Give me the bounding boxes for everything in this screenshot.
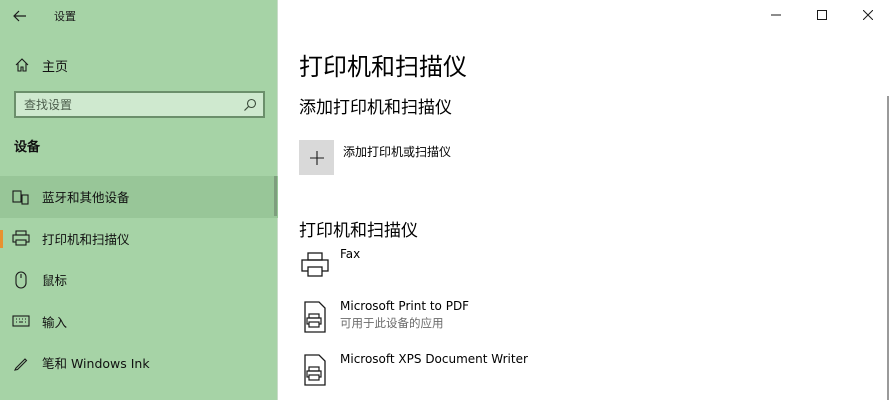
back-arrow-icon	[13, 10, 26, 22]
home-nav-item[interactable]: 主页	[0, 50, 278, 80]
sidebar-item-typing[interactable]: 输入	[0, 301, 278, 343]
page-title: 打印机和扫描仪	[299, 53, 467, 81]
close-button[interactable]	[845, 0, 891, 30]
search-icon[interactable]	[237, 93, 263, 116]
close-icon	[863, 10, 873, 20]
maximize-button[interactable]	[799, 0, 845, 30]
sidebar-nav: 蓝牙和其他设备 打印机和扫描仪 鼠标 输入 笔和 Windows Ink	[0, 176, 278, 384]
devices-section-title: 打印机和扫描仪	[299, 221, 418, 241]
sidebar-item-printers[interactable]: 打印机和扫描仪	[0, 218, 278, 260]
printer-icon	[12, 229, 30, 247]
sidebar-item-mouse[interactable]: 鼠标	[0, 259, 278, 301]
device-item-xps-writer[interactable]: Microsoft XPS Document Writer	[299, 352, 528, 388]
device-item-fax[interactable]: Fax	[299, 247, 360, 283]
sidebar-item-label: 笔和 Windows Ink	[42, 356, 150, 372]
title-bar: 设置	[0, 0, 278, 32]
sidebar-item-pen[interactable]: 笔和 Windows Ink	[0, 342, 278, 384]
window-controls	[753, 0, 891, 30]
sidebar-item-bluetooth[interactable]: 蓝牙和其他设备	[0, 176, 278, 218]
maximize-icon	[817, 10, 827, 20]
bluetooth-devices-icon	[12, 188, 30, 206]
add-tile	[299, 140, 334, 175]
selected-indicator	[0, 229, 3, 248]
search-box[interactable]	[14, 91, 265, 118]
content-pane: 打印机和扫描仪 添加打印机和扫描仪 添加打印机或扫描仪 打印机和扫描仪 Fax …	[278, 0, 891, 400]
device-name: Microsoft Print to PDF	[340, 299, 470, 313]
document-printer-icon	[299, 352, 331, 388]
mouse-icon	[12, 271, 30, 289]
plus-icon	[309, 150, 324, 165]
minimize-icon	[771, 14, 781, 16]
sidebar-group-title: 设备	[14, 140, 41, 155]
device-name: Microsoft XPS Document Writer	[340, 352, 528, 366]
add-printer-label: 添加打印机或扫描仪	[343, 145, 452, 159]
add-printer-button[interactable]: 添加打印机或扫描仪	[299, 140, 451, 176]
home-label: 主页	[42, 59, 69, 75]
sidebar-item-label: 鼠标	[42, 273, 68, 289]
keyboard-icon	[12, 312, 30, 330]
add-section-title: 添加打印机和扫描仪	[299, 98, 452, 118]
back-button[interactable]	[0, 0, 40, 32]
content-scrollbar[interactable]	[887, 96, 889, 400]
fax-printer-icon	[299, 247, 331, 283]
home-icon	[14, 57, 30, 73]
search-input[interactable]	[16, 97, 237, 112]
sidebar-item-label: 打印机和扫描仪	[42, 231, 130, 247]
sidebar-scrollbar[interactable]	[274, 176, 277, 216]
device-item-print-to-pdf[interactable]: Microsoft Print to PDF 可用于此设备的应用	[299, 299, 469, 335]
minimize-button[interactable]	[753, 0, 799, 30]
device-name: Fax	[340, 247, 361, 261]
sidebar: 设置 主页 设备 蓝牙和其他设备 打印机和扫描仪	[0, 0, 278, 400]
window-title: 设置	[54, 10, 76, 23]
pen-icon	[12, 354, 30, 372]
document-printer-icon	[299, 299, 331, 335]
sidebar-item-label: 输入	[42, 314, 68, 330]
device-subtitle: 可用于此设备的应用	[340, 316, 444, 330]
sidebar-item-label: 蓝牙和其他设备	[42, 190, 130, 206]
